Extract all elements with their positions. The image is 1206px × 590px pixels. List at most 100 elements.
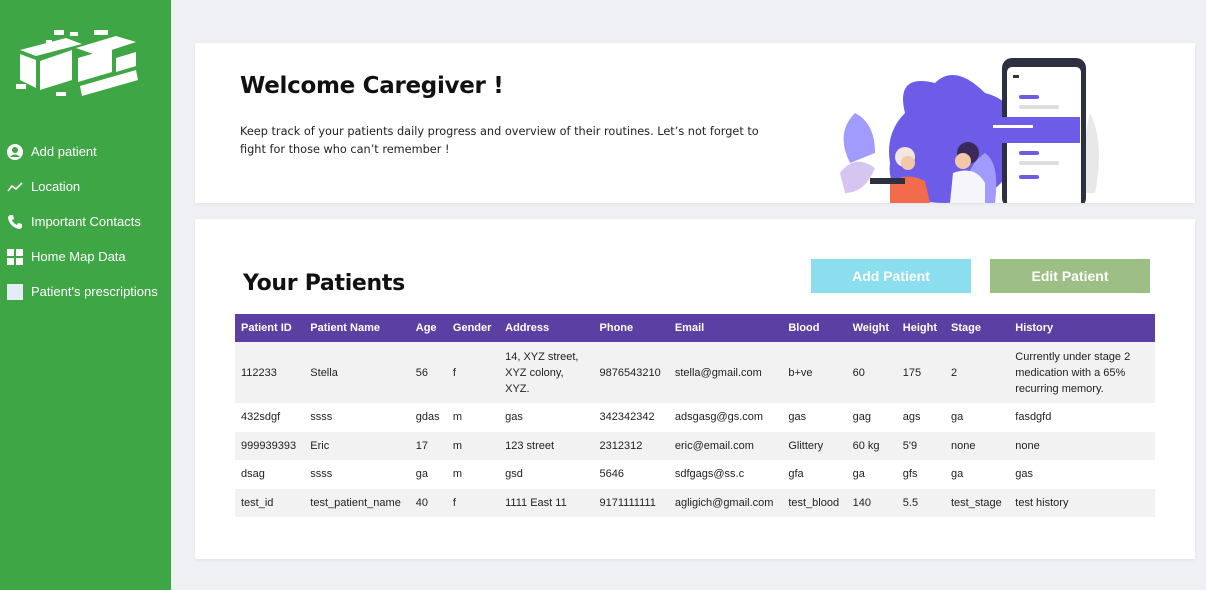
column-header[interactable]: Address bbox=[499, 314, 594, 342]
table-cell: gas bbox=[782, 403, 847, 432]
table-cell: Glittery bbox=[782, 431, 847, 460]
welcome-card: Welcome Caregiver ! Keep track of your p… bbox=[195, 43, 1195, 203]
table-cell: 60 kg bbox=[846, 431, 897, 460]
table-cell: Eric bbox=[304, 431, 410, 460]
patients-table: Patient ID Patient Name Age Gender Addre… bbox=[235, 314, 1155, 517]
table-cell: ags bbox=[896, 403, 945, 432]
table-cell: dsag bbox=[235, 460, 305, 489]
column-header[interactable]: Patient Name bbox=[304, 314, 410, 342]
column-header[interactable]: Email bbox=[668, 314, 783, 342]
table-cell: 140 bbox=[846, 488, 897, 517]
table-row[interactable]: dsag ssss ga m gsd 5646 sdfgags@ss.c gfa… bbox=[235, 460, 1155, 489]
edit-patient-button[interactable]: Edit Patient bbox=[990, 259, 1150, 293]
table-cell: none bbox=[945, 431, 1010, 460]
welcome-text: Keep track of your patients daily progre… bbox=[240, 125, 759, 156]
column-header[interactable]: Gender bbox=[446, 314, 500, 342]
table-cell: Currently under stage 2 medication with … bbox=[1009, 342, 1155, 403]
column-header[interactable]: Patient ID bbox=[235, 314, 305, 342]
table-cell: f bbox=[446, 488, 500, 517]
table-cell: 175 bbox=[896, 342, 945, 403]
table-cell: test_patient_name bbox=[304, 488, 410, 517]
table-cell: 9876543210 bbox=[593, 342, 669, 403]
table-row[interactable]: 999939393 Eric 17 m 123 street 2312312 e… bbox=[235, 431, 1155, 460]
sidebar-item-label: Home Map Data bbox=[31, 249, 126, 264]
column-header[interactable]: Phone bbox=[593, 314, 669, 342]
table-cell: 60 bbox=[846, 342, 897, 403]
sidebar-item-add-patient[interactable]: Add patient bbox=[0, 134, 171, 169]
table-cell: fasdgfd bbox=[1009, 403, 1155, 432]
table-cell: gdas bbox=[409, 403, 447, 432]
logo-icon bbox=[16, 30, 138, 96]
table-row[interactable]: 432sdgf ssss gdas m gas 342342342 adsgas… bbox=[235, 403, 1155, 432]
table-cell: f bbox=[446, 342, 500, 403]
table-row[interactable]: 112233 Stella 56 f 14, XYZ street, XYZ c… bbox=[235, 342, 1155, 403]
table-cell: 14, XYZ street, XYZ colony, XYZ. bbox=[499, 342, 594, 403]
table-cell: 56 bbox=[409, 342, 447, 403]
sidebar-item-location[interactable]: Location bbox=[0, 169, 171, 204]
trend-line-icon bbox=[7, 179, 23, 195]
table-cell: gfs bbox=[896, 460, 945, 489]
table-cell: 112233 bbox=[235, 342, 305, 403]
table-cell: 999939393 bbox=[235, 431, 305, 460]
table-cell: gfa bbox=[782, 460, 847, 489]
patients-title: Your Patients bbox=[243, 271, 405, 296]
sidebar-item-patients-prescriptions[interactable]: Patient's prescriptions bbox=[0, 274, 171, 309]
sidebar-item-important-contacts[interactable]: Important Contacts bbox=[0, 204, 171, 239]
table-cell: gas bbox=[1009, 460, 1155, 489]
table-cell: ssss bbox=[304, 403, 410, 432]
grid-icon bbox=[7, 248, 23, 265]
table-cell: ga bbox=[945, 460, 1010, 489]
table-cell: 5646 bbox=[593, 460, 669, 489]
table-cell: agligich@gmail.com bbox=[668, 488, 783, 517]
table-cell: 9171111111 bbox=[593, 488, 669, 517]
table-cell: 5.5 bbox=[896, 488, 945, 517]
table-cell: gas bbox=[499, 403, 594, 432]
column-header[interactable]: Height bbox=[896, 314, 945, 342]
sidebar-item-label: Patient's prescriptions bbox=[31, 284, 158, 299]
sidebar: Add patient Location Important Contacts … bbox=[0, 0, 171, 590]
table-cell: ga bbox=[945, 403, 1010, 432]
patients-card: Your Patients Add Patient Edit Patient P… bbox=[195, 219, 1195, 559]
table-cell: 123 street bbox=[499, 431, 594, 460]
column-header[interactable]: Age bbox=[409, 314, 447, 342]
table-cell: eric@email.com bbox=[668, 431, 783, 460]
column-header[interactable]: Stage bbox=[945, 314, 1010, 342]
column-header[interactable]: Weight bbox=[846, 314, 897, 342]
square-icon bbox=[7, 283, 23, 300]
table-row[interactable]: test_id test_patient_name 40 f 1111 East… bbox=[235, 488, 1155, 517]
column-header[interactable]: History bbox=[1009, 314, 1155, 342]
table-cell: ga bbox=[846, 460, 897, 489]
table-cell: m bbox=[446, 431, 500, 460]
table-cell: sdfgags@ss.c bbox=[668, 460, 783, 489]
table-cell: ga bbox=[409, 460, 447, 489]
sidebar-item-home-map-data[interactable]: Home Map Data bbox=[0, 239, 171, 274]
table-cell: none bbox=[1009, 431, 1155, 460]
add-patient-button[interactable]: Add Patient bbox=[811, 259, 971, 293]
table-cell: 17 bbox=[409, 431, 447, 460]
table-cell: ssss bbox=[304, 460, 410, 489]
user-circle-icon bbox=[7, 143, 23, 160]
table-cell: 2312312 bbox=[593, 431, 669, 460]
table-cell: 1111 East 11 bbox=[499, 488, 594, 517]
sidebar-item-label: Location bbox=[31, 179, 81, 194]
table-cell: 432sdgf bbox=[235, 403, 305, 432]
sidebar-nav: Add patient Location Important Contacts … bbox=[0, 134, 171, 309]
column-header[interactable]: Blood bbox=[782, 314, 847, 342]
table-cell: test history bbox=[1009, 488, 1155, 517]
table-cell: test_id bbox=[235, 488, 305, 517]
table-cell: stella@gmail.com bbox=[668, 342, 783, 403]
phone-icon bbox=[7, 214, 23, 230]
sidebar-item-label: Add patient bbox=[31, 144, 97, 159]
table-cell: m bbox=[446, 403, 500, 432]
table-cell: adsgasg@gs.com bbox=[668, 403, 783, 432]
table-cell: test_stage bbox=[945, 488, 1010, 517]
table-cell: Stella bbox=[304, 342, 410, 403]
table-cell: 2 bbox=[945, 342, 1010, 403]
table-cell: b+ve bbox=[782, 342, 847, 403]
welcome-title: Welcome Caregiver ! bbox=[240, 73, 504, 99]
table-cell: gag bbox=[846, 403, 897, 432]
table-cell: test_blood bbox=[782, 488, 847, 517]
caregiver-illustration bbox=[840, 58, 1099, 203]
table-cell: 342342342 bbox=[593, 403, 669, 432]
table-cell: 40 bbox=[409, 488, 447, 517]
